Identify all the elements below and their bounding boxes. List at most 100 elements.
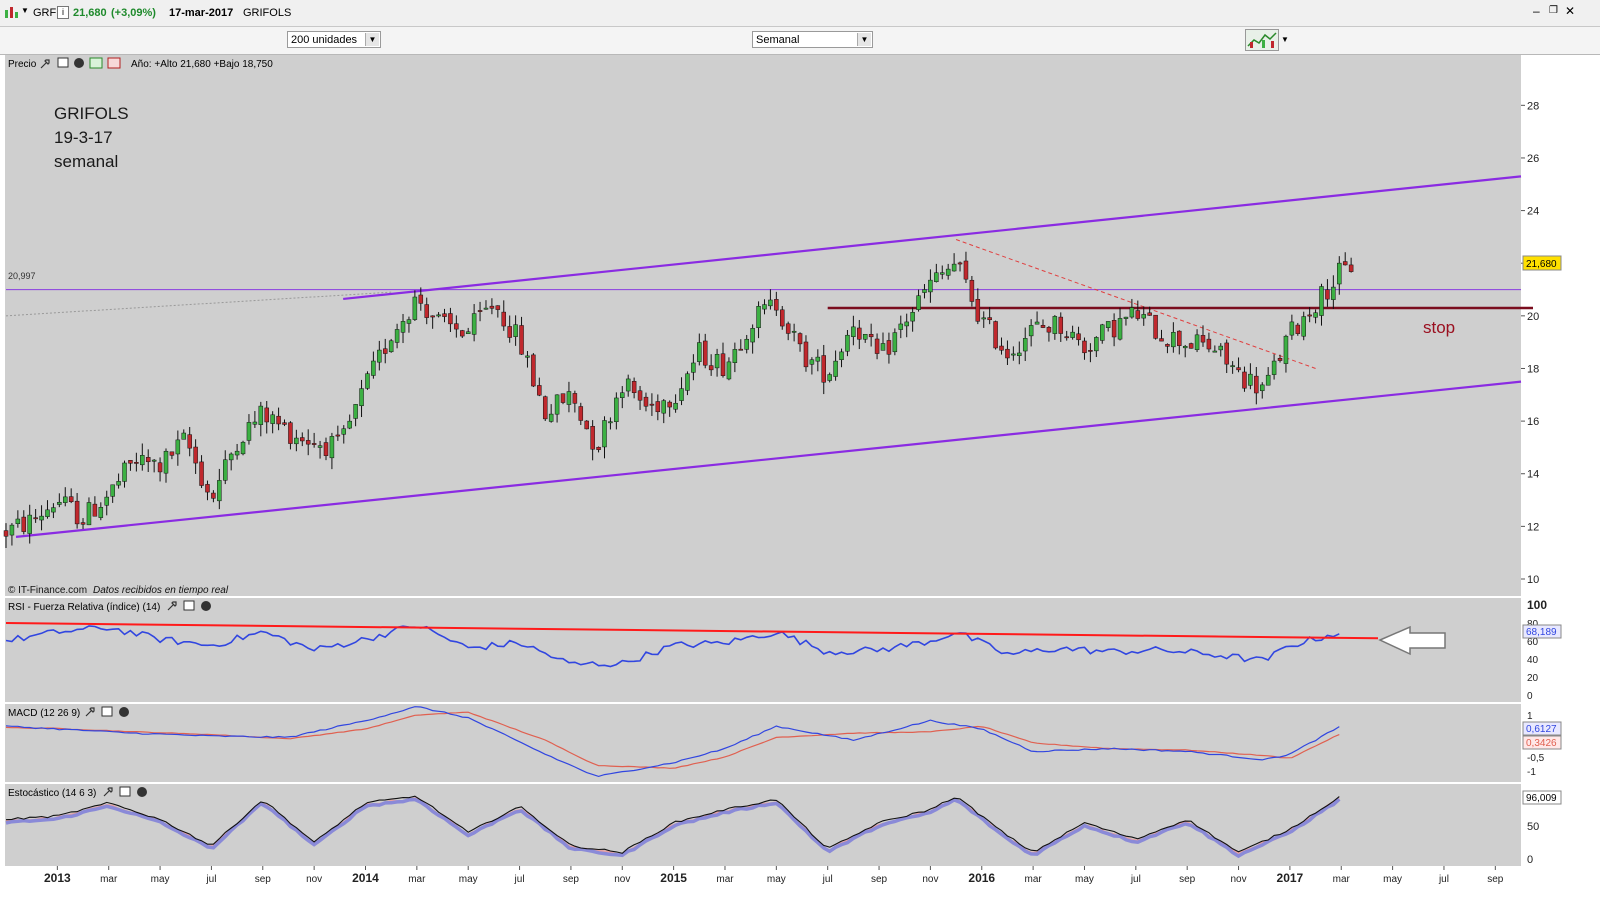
price-candle [1076, 333, 1081, 341]
price-candle [199, 461, 204, 486]
price-candle [969, 279, 975, 302]
maximize-panel-icon[interactable] [119, 786, 131, 797]
price-candle [548, 413, 554, 422]
price-candle [122, 462, 127, 482]
price-candle [886, 340, 892, 355]
rsi-panel-label: RSI - Fuerza Relativa (índice) (14) [8, 602, 160, 613]
price-candle [1070, 331, 1075, 338]
remove-panel-icon[interactable] [119, 707, 129, 717]
price-candle [845, 334, 850, 352]
remove-panel-icon[interactable] [201, 601, 211, 611]
price-candle [1271, 360, 1277, 375]
chart-style-dropdown-icon[interactable]: ▼ [1281, 35, 1289, 44]
x-tick-label: 2014 [352, 871, 379, 885]
price-candle [371, 360, 376, 376]
price-candle [1171, 332, 1176, 348]
price-y-tick-label: 12 [1527, 521, 1539, 533]
price-candle [442, 313, 447, 317]
price-candle [1147, 312, 1152, 316]
price-candle [785, 323, 791, 334]
price-candle [697, 342, 702, 362]
price-y-tick-label: 16 [1527, 416, 1539, 428]
x-tick-label: jul [1438, 874, 1449, 885]
units-select[interactable]: 200 unidades ▼ [287, 31, 381, 48]
restore-icon[interactable]: ❐ [1549, 5, 1558, 16]
price-candle [282, 422, 287, 425]
price-candle [673, 402, 678, 410]
price-candle [667, 401, 672, 408]
price-candle [987, 317, 992, 321]
price-candle [1005, 348, 1010, 359]
price-candle [999, 345, 1004, 351]
maximize-panel-icon[interactable] [183, 600, 195, 611]
delete-export-icon[interactable] [107, 57, 121, 69]
price-candle [412, 296, 418, 320]
annotation-title: GRIFOLS [54, 104, 129, 123]
price-candle [1242, 371, 1247, 389]
price-candle [305, 440, 311, 445]
price-candle [15, 518, 21, 524]
price-y-tick-label: 10 [1527, 574, 1539, 586]
price-candle [1265, 374, 1271, 386]
price-candle [258, 405, 264, 425]
copyright-text: © IT-Finance.com [8, 585, 87, 596]
x-tick-label: jul [1130, 874, 1141, 885]
price-candle [471, 313, 477, 335]
price-candle [643, 396, 649, 407]
chart-style-button[interactable] [1245, 29, 1279, 51]
quote-date: 17-mar-2017 [169, 7, 234, 19]
x-tick-label: may [459, 874, 478, 885]
maximize-panel-icon[interactable] [101, 706, 113, 717]
price-candle [1212, 350, 1218, 353]
price-candle [1188, 343, 1194, 349]
x-tick-label: mar [100, 874, 118, 885]
price-candle [1301, 316, 1306, 337]
price-candle [1254, 375, 1259, 394]
minimize-icon[interactable]: – [1533, 4, 1540, 18]
remove-panel-icon[interactable] [74, 58, 84, 68]
maximize-panel-icon[interactable] [57, 57, 69, 68]
price-candle [803, 341, 809, 368]
price-candle [240, 441, 246, 455]
price-candle [797, 333, 803, 345]
price-candle [1331, 286, 1336, 300]
price-candle [975, 298, 981, 322]
price-candle [169, 451, 175, 456]
price-candle [92, 503, 98, 517]
price-candle [1094, 337, 1099, 352]
info-icon[interactable]: i [57, 6, 69, 19]
chart-type-icon[interactable] [3, 4, 19, 20]
chart-type-dropdown-icon[interactable]: ▼ [21, 6, 29, 15]
price-candle [382, 348, 388, 354]
price-candle [726, 361, 732, 380]
price-candle [519, 325, 524, 355]
close-icon[interactable]: ✕ [1565, 4, 1575, 18]
price-candle [750, 328, 755, 343]
price-candle [720, 353, 726, 376]
price-candle [1224, 342, 1229, 365]
stoch-y-tick-label: 0 [1527, 854, 1533, 866]
price-candle [317, 445, 323, 448]
x-tick-label: nov [306, 874, 322, 885]
price-candle [394, 329, 400, 343]
price-candle [134, 462, 139, 464]
price-candle [602, 420, 607, 448]
x-tick-label: may [1383, 874, 1402, 885]
price-candle [625, 378, 631, 392]
remove-panel-icon[interactable] [137, 787, 147, 797]
price-candle [631, 381, 637, 394]
price-candle [572, 393, 578, 404]
macd-y-tick-label: -1 [1527, 767, 1536, 778]
price-candle [21, 516, 27, 532]
price-candle [63, 496, 68, 503]
price-candle [359, 388, 364, 407]
price-candle [833, 360, 838, 377]
x-tick-label: nov [922, 874, 938, 885]
period-select[interactable]: Semanal ▼ [752, 31, 873, 48]
price-candle [223, 459, 228, 481]
price-y-tick-label: 28 [1527, 100, 1539, 112]
export-icon[interactable] [89, 57, 103, 69]
price-candle [116, 481, 121, 486]
toolbar: 200 unidades ▼ Semanal ▼ ▼ [0, 27, 1600, 55]
price-candle [1011, 353, 1016, 356]
